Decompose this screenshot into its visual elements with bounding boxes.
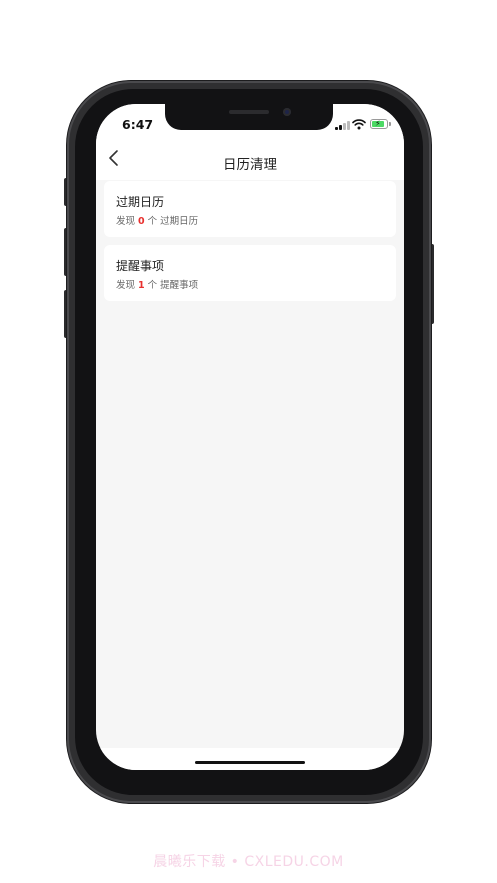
card-description: 发现 0 个 过期日历: [116, 213, 198, 227]
battery-charging-icon: ⚡: [370, 119, 388, 129]
bottom-safe-area: [96, 748, 404, 770]
desc-prefix: 发现: [116, 216, 136, 227]
expired-calendars-card[interactable]: 过期日历 发现 0 个 过期日历: [104, 181, 396, 237]
bolt-icon: ⚡: [375, 119, 381, 128]
desc-prefix: 发现: [116, 280, 136, 291]
item-count: 1: [138, 280, 145, 291]
wifi-icon: [352, 119, 366, 130]
nav-bar: 日历清理: [96, 140, 404, 180]
watermark-text: 晨曦乐下载 • CXLEDU.COM: [153, 854, 344, 870]
item-count: 0: [138, 216, 145, 227]
desc-suffix: 个 过期日历: [147, 216, 199, 227]
front-camera: [283, 108, 291, 116]
battery-cap: [389, 122, 391, 126]
phone-screen: 6:47 ⚡ 日历清理 过期日历 发现 0 个 过期日历 提醒事项 发现 1 个…: [96, 104, 404, 770]
page-title: 日历清理: [223, 157, 277, 173]
notch: [165, 104, 333, 130]
desc-suffix: 个 提醒事项: [147, 280, 199, 291]
reminders-card[interactable]: 提醒事项 发现 1 个 提醒事项: [104, 245, 396, 301]
card-title: 过期日历: [116, 195, 165, 209]
status-bar: 6:47 ⚡: [96, 104, 404, 140]
home-indicator[interactable]: [195, 761, 305, 764]
earpiece-speaker: [229, 110, 269, 114]
status-time: 6:47: [122, 117, 154, 132]
cellular-signal-icon: [335, 120, 351, 130]
card-title: 提醒事项: [116, 259, 165, 273]
card-description: 发现 1 个 提醒事项: [116, 277, 198, 291]
